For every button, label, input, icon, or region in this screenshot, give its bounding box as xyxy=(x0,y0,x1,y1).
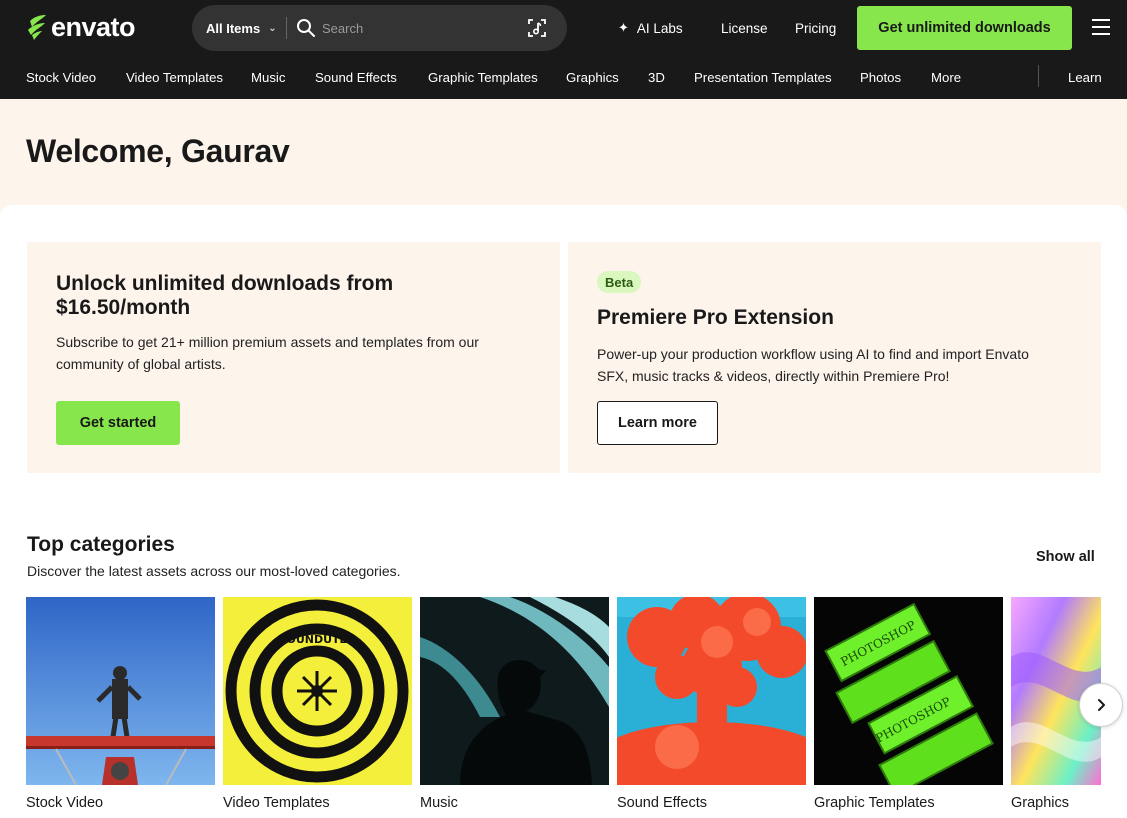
search-icon[interactable] xyxy=(296,18,316,38)
chevron-right-icon xyxy=(1098,699,1105,711)
music-thumbnail xyxy=(420,597,609,785)
category-nav: Stock Video Video Templates Music Sound … xyxy=(0,56,1127,99)
envato-leaf-icon xyxy=(28,15,46,40)
nav-learn[interactable]: Learn xyxy=(1068,56,1102,99)
nav-3d[interactable]: 3D xyxy=(648,56,665,99)
stock-video-thumbnail xyxy=(26,597,215,785)
category-label-graphic-templates[interactable]: Graphic Templates xyxy=(814,795,935,811)
category-tile-sound-effects[interactable] xyxy=(617,597,806,785)
extension-desc-line2: SFX, music tracks & videos, directly wit… xyxy=(597,368,950,384)
sound-effects-thumbnail xyxy=(617,597,806,785)
subscription-promo-card: Unlock unlimited downloads from $16.50/m… xyxy=(27,242,560,473)
category-tile-graphic-templates[interactable]: PHOTOSHOP PHOTOSHOP xyxy=(814,597,1003,785)
category-tile-video-templates[interactable]: YOUNDUTLU xyxy=(223,597,412,785)
promo-desc-line2: community of global artists. xyxy=(56,356,226,372)
category-label-graphics[interactable]: Graphics xyxy=(1011,795,1069,811)
nav-graphic-templates[interactable]: Graphic Templates xyxy=(428,56,538,99)
sparkle-icon: ✦ xyxy=(618,20,629,35)
ai-labs-label: AI Labs xyxy=(636,20,683,36)
search-input[interactable] xyxy=(322,16,512,40)
premiere-extension-card: Beta Premiere Pro Extension Power-up you… xyxy=(568,242,1101,473)
video-templates-thumbnail: YOUNDUTLU xyxy=(223,597,412,785)
search-scope-label: All Items xyxy=(206,20,261,36)
show-all-link[interactable]: Show all xyxy=(1036,549,1095,565)
nav-more[interactable]: More xyxy=(931,56,961,99)
category-label-stock-video[interactable]: Stock Video xyxy=(26,795,103,811)
learn-more-button[interactable]: Learn more xyxy=(597,401,718,445)
category-tile-stock-video[interactable] xyxy=(26,597,215,785)
carousel-next-button[interactable] xyxy=(1079,683,1123,727)
license-link[interactable]: License xyxy=(721,0,768,56)
nav-presentation-templates[interactable]: Presentation Templates xyxy=(694,56,832,99)
category-label-video-templates[interactable]: Video Templates xyxy=(223,795,330,811)
top-header: envato All Items ⌄ ✦ AI Labs License Pri… xyxy=(0,0,1127,56)
search-divider xyxy=(286,17,287,39)
promo-desc-line1: Subscribe to get 21+ million premium ass… xyxy=(56,334,479,350)
beta-badge: Beta xyxy=(597,271,642,293)
nav-stock-video[interactable]: Stock Video xyxy=(26,56,96,99)
top-categories-title: Top categories xyxy=(27,533,175,556)
search-scope-dropdown[interactable]: All Items ⌄ xyxy=(206,5,277,51)
nav-photos[interactable]: Photos xyxy=(860,56,901,99)
logo-text: envato xyxy=(51,11,136,42)
pattern-text: YOUNDUTLU xyxy=(278,633,355,646)
nav-divider xyxy=(1038,65,1039,87)
pricing-link[interactable]: Pricing xyxy=(795,0,836,56)
nav-sound-effects[interactable]: Sound Effects xyxy=(315,56,397,99)
chevron-down-icon: ⌄ xyxy=(268,22,277,34)
extension-title: Premiere Pro Extension xyxy=(597,306,834,329)
menu-icon[interactable] xyxy=(1092,19,1110,35)
top-categories-subtitle: Discover the latest assets across our mo… xyxy=(27,563,401,579)
promo-title-line2: $16.50/month xyxy=(56,296,191,319)
category-tile-music[interactable] xyxy=(420,597,609,785)
nav-video-templates[interactable]: Video Templates xyxy=(126,56,223,99)
category-label-music[interactable]: Music xyxy=(420,795,458,811)
extension-desc-line1: Power-up your production workflow using … xyxy=(597,346,1029,362)
ai-labs-link[interactable]: ✦ AI Labs xyxy=(618,0,683,56)
search-bar: All Items ⌄ xyxy=(192,5,567,51)
envato-logo[interactable]: envato xyxy=(26,11,136,43)
promo-title-line1: Unlock unlimited downloads from xyxy=(56,272,394,295)
audio-search-icon[interactable] xyxy=(526,17,548,39)
nav-graphics[interactable]: Graphics xyxy=(566,56,619,99)
category-label-sound-effects[interactable]: Sound Effects xyxy=(617,795,707,811)
get-started-button[interactable]: Get started xyxy=(56,401,180,445)
nav-music[interactable]: Music xyxy=(251,56,285,99)
welcome-heading: Welcome, Gaurav xyxy=(26,133,290,169)
get-unlimited-downloads-button[interactable]: Get unlimited downloads xyxy=(857,6,1072,50)
graphic-templates-thumbnail: PHOTOSHOP PHOTOSHOP xyxy=(814,597,1003,785)
